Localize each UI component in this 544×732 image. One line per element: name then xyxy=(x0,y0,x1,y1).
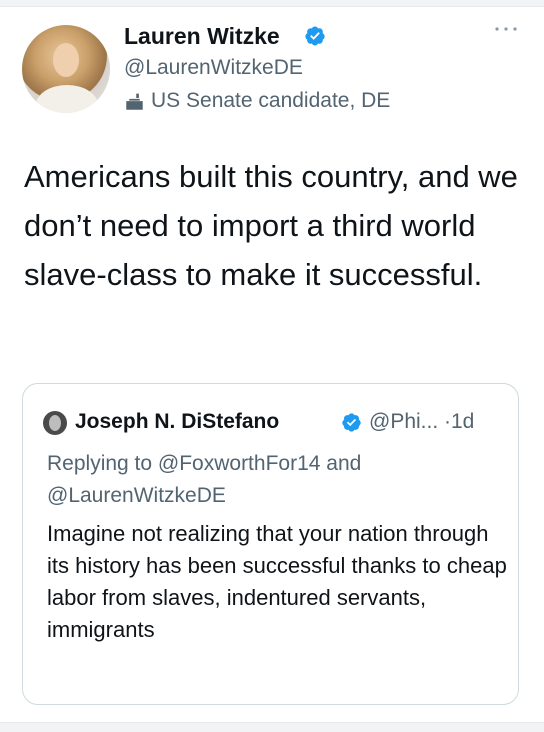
author-bio: US Senate candidate, DE xyxy=(151,89,391,112)
quoted-tweet-card[interactable]: Joseph N. DiStefano @Phi... ·1d Replying… xyxy=(22,383,519,705)
quoted-tweet-text: Imagine not realizing that your nation t… xyxy=(47,521,507,642)
author-display-name[interactable]: Lauren Witzke xyxy=(124,22,280,50)
avatar-face xyxy=(53,43,79,77)
quoted-author-avatar[interactable] xyxy=(43,411,67,435)
author-bio-row: US Senate candidate, DE xyxy=(124,88,390,114)
author-avatar[interactable] xyxy=(22,25,110,113)
author-handle[interactable]: @LaurenWitzkeDE xyxy=(124,55,303,81)
verified-badge-icon xyxy=(305,26,325,46)
briefcase-icon xyxy=(126,93,143,110)
quoted-author-display-name[interactable]: Joseph N. DiStefano xyxy=(75,408,279,436)
tweet-text: Americans built this country, and we don… xyxy=(24,159,518,292)
more-horizontal-icon[interactable] xyxy=(494,24,518,34)
avatar-shoulders xyxy=(36,85,98,113)
quoted-reply-context: Replying to @FoxworthFor14 and @LaurenWi… xyxy=(47,452,362,507)
quoted-verified-badge-icon xyxy=(342,413,361,432)
top-divider xyxy=(0,0,544,7)
quoted-avatar-figure xyxy=(49,415,61,431)
quoted-handle-and-time[interactable]: @Phi... ·1d xyxy=(369,408,474,436)
